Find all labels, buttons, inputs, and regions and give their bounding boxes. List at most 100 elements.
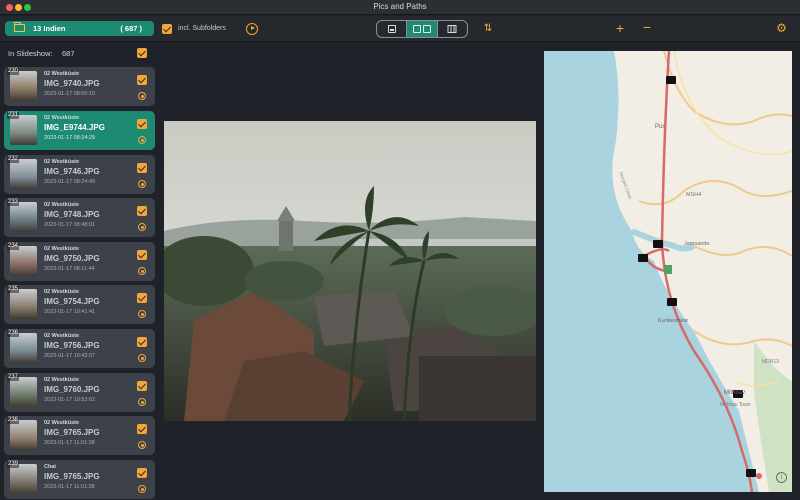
photo-folder-name: 02 Westküste [44, 115, 80, 121]
photo-thumbnail [10, 289, 37, 319]
folder-icon [14, 22, 25, 32]
photo-index: 238 [7, 417, 20, 424]
photo-thumbnail [10, 115, 37, 145]
photo-folder-name: 02 Westküste [44, 202, 80, 208]
select-all-checkbox[interactable] [137, 48, 147, 58]
photo-thumbnail [10, 246, 37, 276]
map-info-button[interactable]: i [776, 472, 787, 483]
photo-file-name: IMG_9765.JPG [44, 428, 100, 437]
view-map-only-button[interactable] [438, 21, 467, 37]
locate-on-map-icon[interactable] [138, 485, 146, 493]
folder-count: ( 687 ) [120, 24, 142, 33]
map-view[interactable]: Pur MSH4 Jamsande Kunkeshwar MDR13 Mithb… [544, 51, 792, 492]
include-photo-checkbox[interactable] [137, 337, 147, 347]
photo-timestamp: 2023-01-17 10:43:07 [44, 353, 96, 359]
locate-on-map-icon[interactable] [138, 310, 146, 318]
photo-file-name: IMG_9756.JPG [44, 341, 100, 350]
include-photo-checkbox[interactable] [137, 424, 147, 434]
photo-list-item[interactable]: 234 02 Westküste IMG_9750.JPG 2023-01-17 08… [4, 242, 155, 281]
include-subfolders-checkbox[interactable] [162, 24, 172, 34]
folder-selector-button[interactable]: 13 Indien ( 687 ) [5, 21, 154, 36]
photo-index: 230 [7, 68, 20, 75]
include-photo-checkbox[interactable] [137, 75, 147, 85]
include-photo-checkbox[interactable] [137, 468, 147, 478]
include-subfolders-label: incl. Subfolders [178, 25, 226, 32]
settings-gear-icon[interactable]: ⚙ [775, 22, 788, 35]
title-bar: Pics and Paths [0, 0, 800, 15]
photo-list-item[interactable]: 232 02 Westküste IMG_9746.JPG 2023-01-17 08… [4, 155, 155, 194]
view-mode-segmented-control [376, 20, 468, 38]
map-label-mithbav-town: Mithbav Town [720, 402, 751, 408]
map-view-icon [447, 25, 457, 33]
photo-index: 239 [7, 461, 20, 468]
locate-on-map-icon[interactable] [138, 180, 146, 188]
photo-list-item[interactable]: 233 02 Westküste IMG_9748.JPG 2023-01-17 08… [4, 198, 155, 237]
include-photo-checkbox[interactable] [137, 119, 147, 129]
include-photo-checkbox[interactable] [137, 206, 147, 216]
map-label-kunkeshwar: Kunkeshwar [658, 318, 689, 324]
photo-list-item[interactable]: 236 02 Westküste IMG_9756.JPG 2023-01-17 10… [4, 329, 155, 368]
locate-on-map-icon[interactable] [138, 267, 146, 275]
photo-list-item[interactable]: 239 Chai IMG_9765.JPG 2023-01-17 11:01:38 [4, 460, 155, 499]
photo-index: 235 [7, 286, 20, 293]
photo-folder-name: 02 Westküste [44, 377, 80, 383]
locate-on-map-icon[interactable] [138, 92, 146, 100]
photo-timestamp: 2023-01-17 08:24:49 [44, 179, 96, 185]
photo-folder-name: 02 Westküste [44, 159, 80, 165]
photo-file-name: IMG_9746.JPG [44, 167, 100, 176]
include-photo-checkbox[interactable] [137, 163, 147, 173]
photo-index: 231 [7, 112, 20, 119]
photo-folder-name: 02 Westküste [44, 333, 80, 339]
view-photo-only-button[interactable] [377, 21, 408, 37]
include-photo-checkbox[interactable] [137, 381, 147, 391]
photo-list-item[interactable]: 235 02 Westküste IMG_9754.JPG 2023-01-17 10… [4, 285, 155, 324]
photo-timestamp: 2023-01-17 08:24:29 [44, 135, 96, 141]
photo-folder-name: 02 Westküste [44, 420, 80, 426]
photo-view-icon [387, 25, 396, 33]
sort-icon[interactable]: ⇅ [482, 23, 494, 35]
photo-timestamp: 2023-01-17 08:48:01 [44, 222, 96, 228]
map-label-msh4: MSH4 [686, 192, 702, 198]
photo-list-item[interactable]: 238 02 Westküste IMG_9765.JPG 2023-01-17 11… [4, 416, 155, 455]
view-photo-and-map-button[interactable] [407, 21, 438, 37]
locate-on-map-icon[interactable] [138, 223, 146, 231]
locate-on-map-icon[interactable] [138, 354, 146, 362]
folder-name: 13 Indien [33, 24, 66, 33]
map-label-pur: Pur [655, 124, 665, 130]
photo-timestamp: 2023-01-17 11:01:38 [44, 440, 95, 446]
locate-on-map-icon[interactable] [138, 136, 146, 144]
toolbar: 13 Indien ( 687 ) incl. Subfolders ⇅ + −… [0, 16, 800, 42]
photo-thumbnail [10, 377, 37, 407]
photo-file-name: IMG_E9744.JPG [44, 123, 105, 132]
photo-list-item[interactable]: 230 02 Westküste IMG_9740.JPG 2023-01-17 08… [4, 67, 155, 106]
photo-preview [164, 121, 536, 421]
window-title: Pics and Paths [373, 2, 427, 11]
photo-list-sidebar: In Slideshow: 687 230 02 Westküste IMG_974… [0, 43, 160, 500]
photo-folder-name: 02 Westküste [44, 289, 80, 295]
photo-list-item[interactable]: 237 02 Westküste IMG_9760.JPG 2023-01-17 10… [4, 373, 155, 412]
zoom-in-button[interactable]: + [613, 21, 627, 35]
photo-index: 233 [7, 199, 20, 206]
photo-timestamp: 2023-01-17 10:41:41 [44, 309, 96, 315]
map-label-mdr13: MDR13 [762, 359, 779, 365]
photo-file-name: IMG_9765.JPG [44, 472, 100, 481]
map-canvas [544, 51, 792, 492]
photo-file-name: IMG_9740.JPG [44, 79, 100, 88]
locate-on-map-icon[interactable] [138, 441, 146, 449]
photo-index: 237 [7, 374, 20, 381]
zoom-out-button[interactable]: − [640, 20, 654, 35]
photo-thumbnail [10, 202, 37, 232]
locate-on-map-icon[interactable] [138, 398, 146, 406]
include-photo-checkbox[interactable] [137, 293, 147, 303]
map-label-jamsande: Jamsande [684, 241, 710, 247]
photo-list-item[interactable]: 231 02 Westküste IMG_E9744.JPG 2023-01-17 0… [4, 111, 155, 150]
play-slideshow-button[interactable] [246, 23, 258, 35]
in-slideshow-label: In Slideshow: [8, 49, 53, 58]
photo-file-name: IMG_9748.JPG [44, 210, 100, 219]
include-photo-checkbox[interactable] [137, 250, 147, 260]
map-label-mithbav: Mithbav [724, 390, 746, 396]
photo-file-name: IMG_9750.JPG [44, 254, 100, 263]
in-slideshow-count: 687 [62, 49, 75, 58]
photo-file-name: IMG_9754.JPG [44, 297, 100, 306]
photo-thumbnail [10, 71, 37, 101]
